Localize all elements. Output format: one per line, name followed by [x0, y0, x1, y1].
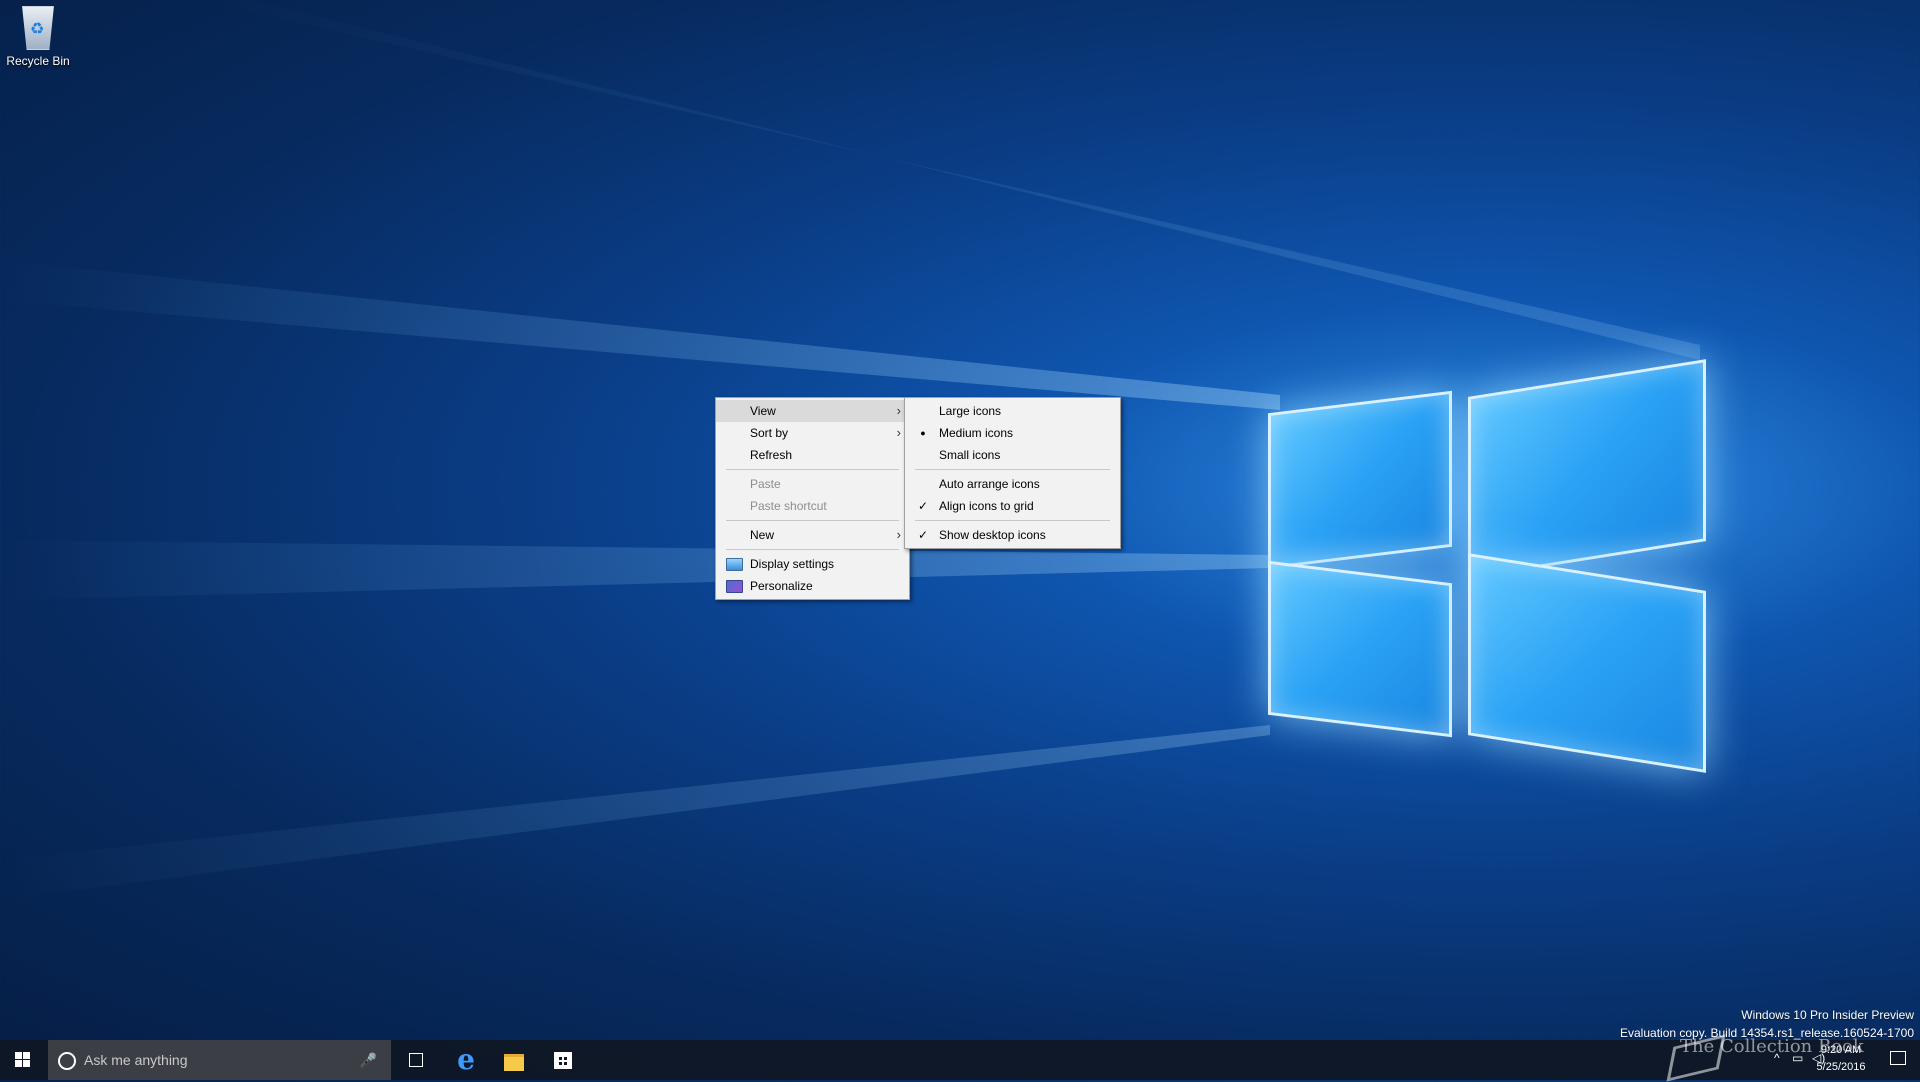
wallpaper-logo-pane: [1268, 560, 1452, 738]
task-view-button[interactable]: [392, 1040, 440, 1080]
display-icon: [726, 558, 743, 571]
personalize-icon: [726, 580, 743, 593]
bullet-icon: ●: [920, 428, 926, 438]
microphone-icon[interactable]: 🎤: [360, 1040, 377, 1080]
cortana-search-box[interactable]: Ask me anything 🎤: [48, 1040, 391, 1080]
taskbar: Ask me anything 🎤 e ^ ▭ ◁) 9:20 AM 5/25/…: [0, 1040, 1920, 1080]
search-placeholder: Ask me anything: [84, 1052, 188, 1068]
checkmark-icon: ✓: [917, 499, 929, 513]
menu-separator: [915, 520, 1110, 521]
submenu-item-medium-icons[interactable]: ● Medium icons: [905, 422, 1120, 444]
menu-separator: [726, 549, 899, 550]
recycle-bin-icon: ♻: [22, 6, 54, 50]
recycle-bin-label: Recycle Bin: [6, 54, 70, 68]
submenu-item-large-icons[interactable]: Large icons: [905, 400, 1120, 422]
menu-separator: [726, 520, 899, 521]
chevron-right-icon: ›: [896, 425, 901, 440]
file-explorer-button[interactable]: [490, 1040, 538, 1080]
menu-item-refresh[interactable]: Refresh: [716, 444, 909, 466]
menu-item-view[interactable]: View ›: [716, 400, 909, 422]
menu-item-personalize[interactable]: Personalize: [716, 575, 909, 597]
menu-item-display-settings[interactable]: Display settings: [716, 553, 909, 575]
checkmark-icon: ✓: [917, 528, 929, 542]
submenu-item-align-to-grid[interactable]: ✓ Align icons to grid: [905, 495, 1120, 517]
chevron-right-icon: ›: [896, 403, 901, 418]
wallpaper-logo-pane: [1468, 359, 1706, 579]
menu-item-sort-by[interactable]: Sort by ›: [716, 422, 909, 444]
store-icon: [554, 1052, 572, 1069]
menu-separator: [915, 469, 1110, 470]
menu-item-paste[interactable]: Paste: [716, 473, 909, 495]
chevron-right-icon: ›: [896, 527, 901, 542]
menu-separator: [726, 469, 899, 470]
wallpaper-logo-pane: [1268, 390, 1452, 570]
desktop-context-menu: View › Sort by › Refresh Paste Paste sho…: [715, 397, 910, 600]
menu-item-new[interactable]: New ›: [716, 524, 909, 546]
recycle-bin[interactable]: ♻ Recycle Bin: [4, 6, 72, 68]
submenu-item-auto-arrange[interactable]: Auto arrange icons: [905, 473, 1120, 495]
submenu-item-show-desktop-icons[interactable]: ✓ Show desktop icons: [905, 524, 1120, 546]
view-submenu: Large icons ● Medium icons Small icons A…: [904, 397, 1121, 549]
store-button[interactable]: [539, 1040, 587, 1080]
menu-item-paste-shortcut[interactable]: Paste shortcut: [716, 495, 909, 517]
task-view-icon: [409, 1053, 423, 1067]
edge-icon[interactable]: e: [442, 1040, 490, 1080]
cortana-icon: [58, 1052, 76, 1070]
action-center-icon[interactable]: [1890, 1051, 1906, 1065]
start-button[interactable]: [0, 1040, 48, 1080]
site-watermark: The Collection Book: [1680, 1036, 1864, 1057]
wallpaper-logo-pane: [1468, 553, 1706, 773]
submenu-item-small-icons[interactable]: Small icons: [905, 444, 1120, 466]
windows-logo-icon: [15, 1052, 31, 1068]
file-explorer-icon: [504, 1054, 524, 1071]
